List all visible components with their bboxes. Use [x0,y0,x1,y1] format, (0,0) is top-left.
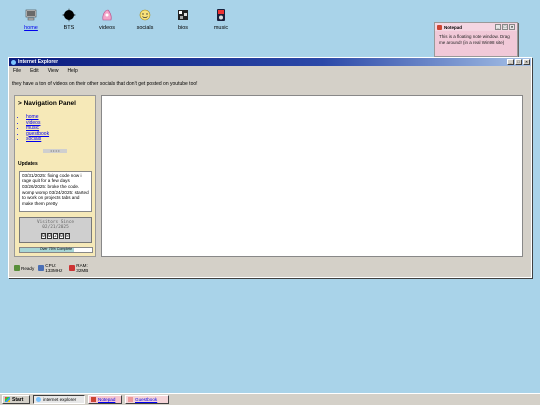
status-cpu: CPU: 133MHz [38,263,65,273]
task-label: Guestbook [135,397,158,402]
ipod-icon [214,8,228,22]
star-icon [62,8,76,22]
status-ram-text: RAM: 32MB [76,263,89,273]
notepad-body: This is a floating note window. Drag me … [439,34,510,45]
start-label: Start [12,396,24,403]
globe-icon [14,265,20,271]
ie-title: Internet Explorer [18,59,59,65]
desktop-icon-label: BTS [63,25,75,31]
notepad-icon [91,397,96,402]
visitor-counter: Visitors Since 02/21/2025 0 0 2 0 8 [19,216,92,243]
desktop-icon-bios[interactable]: bios [164,8,202,31]
desktop-icon-label: home [24,25,38,31]
desktop-icon-bts[interactable]: BTS [50,8,88,31]
status-ready: Ready [14,265,34,271]
desktop-icon-socials[interactable]: socials [126,8,164,31]
notepad-title: Notepad [444,24,462,30]
counter-digit: 0 [59,232,64,239]
ie-icon [11,59,16,65]
content-area[interactable] [101,95,523,257]
start-button[interactable]: Start [2,395,30,404]
smiley-icon [138,8,152,22]
counter-digit: 0 [47,232,52,239]
desktop-icon-music[interactable]: music [202,8,240,31]
status-bar: Ready CPU: 133MHz RAM: 32MB [14,263,96,273]
close-button[interactable]: × [509,24,515,30]
task-guestbook[interactable]: Guestbook [125,395,169,404]
updates-title: Updates [18,160,38,167]
desktop-icon-label: bios [177,25,189,31]
nav-list: home videos music guestbook socials [26,114,95,143]
nav-link-socials[interactable]: socials [26,136,95,143]
status-ram: RAM: 32MB [69,263,92,273]
ie-icon [36,397,41,402]
progress-bar: Over 75% Complete [19,246,93,253]
maximize-button[interactable]: □ [502,24,508,30]
menu-help[interactable]: Help [67,68,77,74]
menu-bar: File Edit View Help [9,66,531,75]
updates-box[interactable]: 03/31/2025: fixing code now i rage quit … [19,170,92,212]
counter-digits: 0 0 2 0 8 [20,232,91,239]
menu-edit[interactable]: Edit [30,68,39,74]
status-cpu-text: CPU: 133MHz [45,263,63,273]
visitors-date: 02/21/2025 [42,225,69,230]
status-ready-text: Ready [21,265,35,271]
desktop-icon-label: music [213,25,229,31]
video-icon [100,8,114,22]
desktop-icon-videos[interactable]: videos [88,8,126,31]
minimize-button[interactable]: _ [507,59,514,65]
close-button[interactable]: × [523,59,530,65]
ie-titlebar[interactable]: Internet Explorer _ □ × [9,58,531,66]
menu-file[interactable]: File [13,68,21,74]
task-label: internet explorer [43,397,77,402]
desktop-icons: home BTS videos socials bios music [12,8,240,31]
task-internet-explorer[interactable]: internet explorer [33,395,85,404]
cpu-icon [38,265,45,271]
counter-digit: 0 [41,232,46,239]
notepad-window[interactable]: Notepad _ □ × This is a floating note wi… [434,22,518,57]
bios-icon [176,8,190,22]
ie-window: Internet Explorer _ □ × File Edit View H… [8,57,532,278]
ram-icon [69,265,76,271]
progress-text: Over 75% Complete [39,246,73,251]
nav-title: > Navigation Panel [18,100,76,107]
desktop-icon-label: socials [136,25,154,31]
notepad-titlebar[interactable]: Notepad _ □ × [435,23,517,31]
taskbar: Start internet explorer Notepad Guestboo… [0,393,540,405]
navigation-panel: > Navigation Panel home videos music gue… [14,95,96,257]
guestbook-icon [128,397,133,402]
task-notepad[interactable]: Notepad [88,395,122,404]
counter-digit: 8 [65,232,70,239]
notepad-icon [437,24,442,30]
tagline: they have a ton of videos on their other… [12,81,198,87]
computer-icon [24,8,38,22]
desktop-icon-home[interactable]: home [12,8,50,31]
windows-logo-icon [5,397,10,402]
maximize-button[interactable]: □ [515,59,522,65]
desktop-icon-label: videos [99,25,115,31]
counter-digit: 2 [53,232,58,239]
menu-view[interactable]: View [48,68,59,74]
task-label: Notepad [98,397,116,402]
divider-dots: • • • • [43,148,67,153]
minimize-button[interactable]: _ [495,24,501,30]
